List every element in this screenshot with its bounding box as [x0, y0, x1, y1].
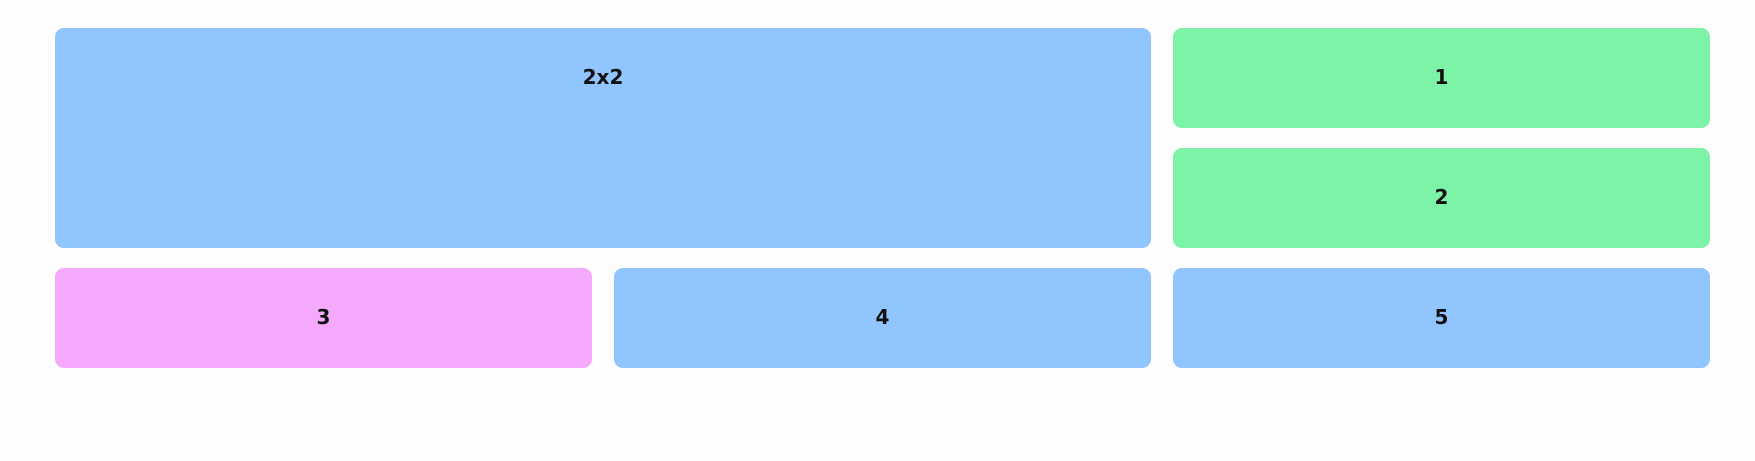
tile-grid: 2x2 1 2 3 4 5	[55, 28, 1710, 368]
tile-2: 2	[1173, 148, 1710, 248]
tile-label: 2	[1434, 185, 1449, 209]
tile-1: 1	[1173, 28, 1710, 128]
tile-label: 3	[316, 305, 331, 329]
tile-label: 4	[875, 305, 890, 329]
tile-label: 5	[1434, 305, 1449, 329]
tile-2x2: 2x2	[55, 28, 1151, 248]
tile-5: 5	[1173, 268, 1710, 368]
tile-3: 3	[55, 268, 592, 368]
tile-4: 4	[614, 268, 1151, 368]
tile-label: 1	[1434, 65, 1449, 89]
tile-label: 2x2	[582, 65, 624, 89]
